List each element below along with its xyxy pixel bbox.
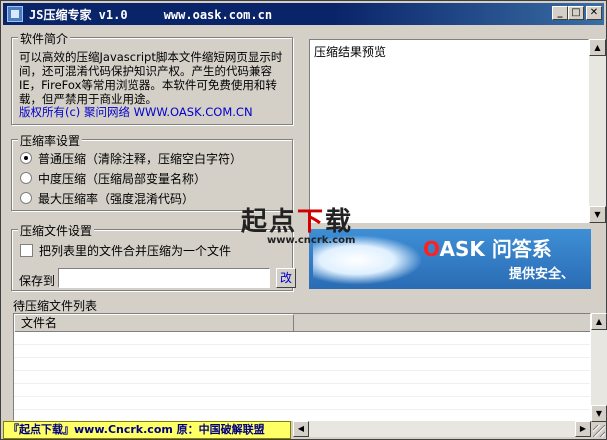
preview-label: 压缩结果预览 (314, 45, 387, 59)
column-header-filename[interactable]: 文件名 (14, 314, 294, 332)
merge-files-checkbox[interactable] (20, 243, 33, 257)
banner-subtitle: 提供安全、 (509, 267, 575, 282)
intro-group-title: 软件简介 (18, 30, 71, 47)
app-window: JS压缩专家 v1.0 www.oask.com.cn _ □ ✕ 软件简介 可… (0, 0, 607, 440)
radio-medium-label: 中度压缩（压缩局部变量名称） (38, 171, 207, 186)
banner-brand-text: ASK 问答系 (439, 237, 552, 261)
radio-max-label: 最大压缩率（强度混淆代码） (38, 191, 195, 206)
preview-scrollbar[interactable]: ▲ ▼ (589, 39, 606, 223)
scroll-down-button[interactable]: ▼ (589, 206, 606, 223)
file-settings-group-title: 压缩文件设置 (18, 222, 95, 239)
list-scroll-up-button[interactable]: ▲ (591, 313, 607, 330)
change-path-button[interactable]: 改 (276, 268, 296, 288)
banner-brand-accent: O (423, 237, 440, 261)
app-icon (7, 6, 23, 22)
radio-button[interactable] (20, 172, 32, 184)
radio-medium-compression[interactable]: 中度压缩（压缩局部变量名称） (20, 170, 206, 186)
save-to-label: 保存到 (19, 274, 56, 288)
watermark-part3: 载 (325, 207, 354, 237)
resize-grip[interactable] (593, 425, 605, 437)
watermark-part1: 起点 (241, 207, 298, 237)
intro-description: 可以高效的压缩Javascript脚本文件缩短网页显示时间，还可混淆代码保护知识… (19, 50, 283, 106)
file-list-vscrollbar[interactable]: ▲ ▼ (591, 313, 607, 422)
file-list-body[interactable] (14, 332, 590, 420)
banner-title: OASK 问答系 (423, 233, 552, 262)
list-scroll-left-button[interactable]: ◀ (293, 421, 309, 437)
list-scroll-down-button[interactable]: ▼ (591, 405, 607, 422)
merge-files-option[interactable]: 把列表里的文件合并压缩为一个文件 (20, 242, 231, 258)
maximize-button[interactable]: □ (568, 6, 584, 20)
list-scroll-right-button[interactable]: ▶ (575, 421, 591, 437)
file-list[interactable]: 文件名 (13, 313, 591, 421)
compression-group-title: 压缩率设置 (18, 132, 83, 149)
watermark-logo: 起点下载 (241, 201, 353, 238)
merge-files-label: 把列表里的文件合并压缩为一个文件 (39, 243, 232, 258)
file-settings-group: 压缩文件设置 把列表里的文件合并压缩为一个文件 保存到 改 (11, 222, 296, 291)
scroll-up-button[interactable]: ▲ (589, 39, 606, 56)
compression-preview-pane[interactable]: 压缩结果预览 (309, 39, 589, 223)
download-site-stamp: 『起点下载』www.Cncrk.com 原：中国破解联盟 (3, 421, 291, 439)
file-list-header: 文件名 (14, 314, 590, 332)
window-title: JS压缩专家 v1.0 www.oask.com.cn (29, 8, 273, 22)
file-list-label: 待压缩文件列表 (13, 299, 98, 313)
radio-normal-compression[interactable]: 普通压缩（清除注释，压缩空白字符） (20, 150, 242, 166)
copyright-link[interactable]: 版权所有(c) 聚问网络 WWW.OASK.COM.CN (19, 104, 253, 120)
intro-group: 软件简介 可以高效的压缩Javascript脚本文件缩短网页显示时间，还可混淆代… (11, 30, 293, 125)
minimize-button[interactable]: _ (552, 6, 568, 20)
close-button[interactable]: ✕ (586, 6, 602, 20)
save-path-input[interactable] (58, 268, 270, 288)
radio-max-compression[interactable]: 最大压缩率（强度混淆代码） (20, 190, 194, 206)
radio-button-selected[interactable] (20, 152, 32, 164)
watermark-url: www.cncrk.com (267, 235, 356, 246)
watermark-part2: 下 (297, 207, 326, 237)
title-bar[interactable]: JS压缩专家 v1.0 www.oask.com.cn _ □ ✕ (3, 3, 604, 25)
file-list-hscrollbar[interactable]: ◀ ▶ (293, 421, 591, 437)
radio-normal-label: 普通压缩（清除注释，压缩空白字符） (38, 151, 243, 166)
radio-button[interactable] (20, 192, 32, 204)
